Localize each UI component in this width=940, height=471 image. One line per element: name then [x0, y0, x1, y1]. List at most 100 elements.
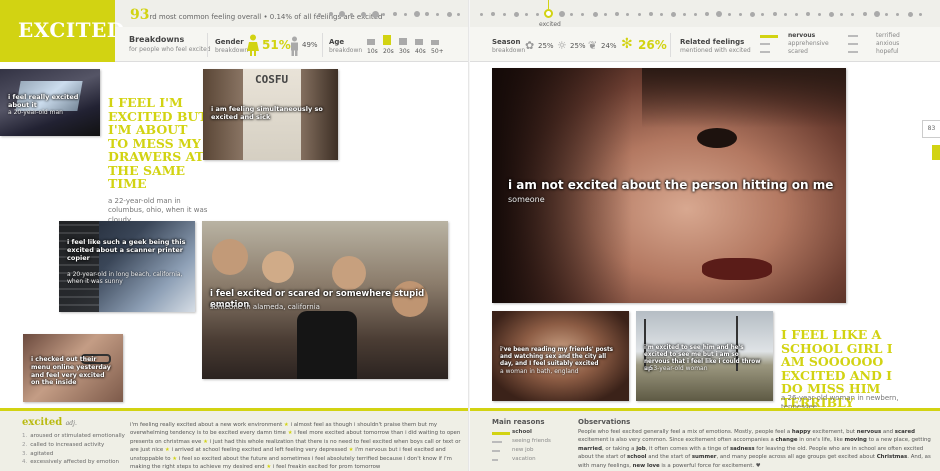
photo-quote: i feel really excited about it — [8, 93, 79, 110]
timeline-dot[interactable] — [750, 11, 755, 17]
season-pct-spring: 25% — [538, 42, 554, 50]
reason-label: new job — [512, 447, 534, 453]
timeline-dot[interactable] — [339, 11, 346, 17]
related-feeling[interactable]: apprehensive — [788, 40, 829, 47]
timeline-dot[interactable] — [435, 12, 439, 16]
timeline-dot[interactable] — [425, 12, 430, 16]
age-bar — [431, 40, 439, 45]
timeline-dot[interactable] — [873, 11, 880, 17]
observation-keyword: school — [627, 454, 647, 461]
timeline-dot[interactable] — [480, 12, 483, 16]
timeline-dot[interactable] — [772, 12, 777, 16]
timeline-dot[interactable] — [360, 11, 366, 17]
age-label: 20s — [383, 48, 394, 55]
photo-car-window: i feel really excited about it a 20-year… — [0, 69, 100, 136]
photo-winter-street: i'm excited to see him and he's excited … — [636, 311, 773, 401]
timeline-dot[interactable] — [716, 11, 723, 17]
timeline-dot[interactable] — [414, 11, 421, 17]
age-label: 30s — [399, 48, 410, 55]
timeline-dot[interactable] — [328, 12, 333, 16]
timeline-dot[interactable] — [761, 12, 765, 16]
female-icon — [247, 34, 259, 56]
timeline-dot[interactable] — [885, 12, 888, 16]
timeline-dot[interactable] — [682, 12, 686, 16]
photo-attribution: a 20-year-old man — [8, 109, 63, 116]
season-pct-fall: 24% — [601, 42, 617, 50]
timeline-dot[interactable] — [918, 12, 922, 16]
observation-text: People who feel excited generally feel a… — [578, 429, 792, 435]
timeline-dot[interactable] — [637, 12, 641, 16]
age-label: 40s — [415, 48, 426, 55]
timeline-dot[interactable] — [615, 12, 619, 16]
timeline-dot[interactable] — [446, 11, 452, 17]
timeline-dot[interactable] — [570, 12, 573, 16]
related-feeling[interactable]: anxious — [876, 40, 899, 47]
timeline-dot[interactable] — [603, 12, 607, 16]
related-bar — [760, 43, 770, 45]
male-pct: 49% — [302, 41, 318, 49]
timeline-dot[interactable] — [817, 12, 821, 16]
timeline-dot[interactable] — [502, 12, 506, 16]
breakdown-bar: Breakdowns for people who feel excited G… — [115, 27, 470, 62]
photo-quote: i feel like such a geek being this excit… — [67, 238, 186, 263]
definition-senses: 1. aroused or stimulated emotionally 2. cal… — [22, 432, 125, 467]
breakdown-bar: Season breakdown ✿ 25% ☼ 25% ❦ 24% ✻ 26%… — [470, 27, 940, 62]
rank-text: rd most common feeling overall — [149, 13, 262, 21]
photo-attribution: someone in alameda, california — [210, 303, 320, 311]
related-feeling[interactable]: scared — [788, 48, 808, 55]
timeline-dot[interactable] — [525, 12, 528, 16]
timeline-dot[interactable] — [457, 12, 461, 16]
star-separator-icon: ★ — [346, 447, 356, 454]
timeline-dot[interactable] — [592, 11, 598, 17]
feeling-timeline-left — [318, 8, 468, 20]
timeline-dot[interactable] — [626, 12, 630, 16]
left-page: EXCITED 93rd most common feeling overall… — [0, 0, 470, 471]
rank-number: 93 — [130, 7, 150, 23]
timeline-dot[interactable] — [403, 12, 407, 16]
gender-sub: breakdown — [215, 47, 249, 54]
feeling-sentence[interactable]: i feel freakin excited for prom tomorrow — [273, 464, 380, 470]
timeline-dot[interactable] — [558, 11, 565, 17]
related-feeling[interactable]: hopeful — [876, 48, 899, 55]
timeline-dot[interactable] — [783, 12, 787, 16]
timeline-dot[interactable] — [840, 12, 843, 16]
timeline-dot[interactable] — [851, 12, 855, 16]
photo-attribution: a woman in bath, england — [500, 368, 579, 375]
timeline-dot[interactable] — [705, 12, 709, 16]
season-pct-summer: 25% — [570, 42, 586, 50]
timeline-dot[interactable] — [491, 12, 496, 16]
timeline-dot[interactable] — [795, 12, 798, 16]
timeline-dot[interactable] — [862, 12, 867, 16]
age-label: 50+ — [431, 48, 444, 55]
timeline-dot[interactable] — [727, 12, 731, 16]
timeline-dot[interactable] — [693, 12, 697, 16]
timeline-dot[interactable] — [581, 12, 585, 16]
timeline-dot[interactable] — [806, 12, 811, 16]
age-title: Age — [329, 38, 345, 46]
timeline-dot[interactable] — [907, 11, 913, 17]
feeling-sentence[interactable]: i arrived at school feeling excited and … — [171, 447, 346, 453]
page-edge-marker — [932, 145, 940, 160]
timeline-dot[interactable] — [513, 11, 519, 17]
related-feeling[interactable]: nervous — [788, 32, 815, 39]
feeling-sentence[interactable]: i'm feeling really excited about a new w… — [130, 422, 282, 428]
timeline-dot[interactable] — [318, 12, 321, 16]
photo-shirt: COSFU i am feeling simultaneously so exc… — [203, 69, 338, 160]
timeline-dot[interactable] — [350, 12, 354, 16]
observation-text: , it often comes with a tinge of — [645, 445, 730, 452]
timeline-dot[interactable] — [393, 12, 397, 16]
star-separator-icon: ★ — [201, 438, 210, 445]
timeline-dot[interactable] — [828, 11, 834, 17]
timeline-dot[interactable] — [648, 12, 653, 16]
timeline-dot[interactable] — [671, 11, 677, 17]
timeline-dot[interactable] — [660, 12, 663, 16]
timeline-dot[interactable] — [738, 12, 742, 16]
photo-quote: i've been reading my friends' posts and … — [500, 347, 614, 368]
timeline-dot[interactable] — [382, 12, 386, 16]
observation-keyword: happy — [791, 429, 811, 435]
related-feeling[interactable]: terrified — [876, 32, 900, 39]
timeline-dot[interactable] — [536, 12, 540, 16]
observation-text: is a powerful force for excitement. ♥ — [659, 462, 761, 469]
timeline-dot[interactable] — [371, 10, 379, 18]
timeline-dot[interactable] — [896, 12, 900, 16]
